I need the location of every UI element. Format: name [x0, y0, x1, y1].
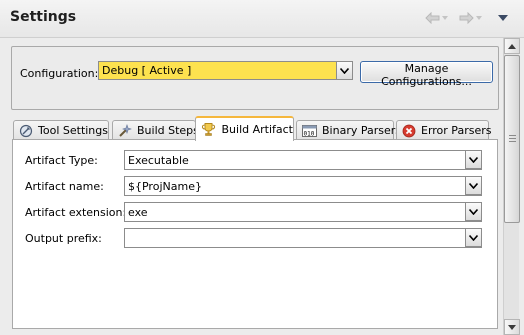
chevron-down-icon — [442, 16, 448, 20]
scroll-down-button[interactable] — [504, 319, 520, 335]
artifact-type-row: Artifact Type: Executable — [13, 150, 497, 170]
tab-label: Tool Settings — [38, 124, 108, 137]
tab-label: Build Steps — [137, 124, 199, 137]
artifact-name-label: Artifact name: — [25, 180, 104, 193]
chevron-down-icon — [469, 156, 478, 163]
artifact-extension-row: Artifact extension: exe — [13, 202, 497, 222]
dropdown-button[interactable] — [465, 176, 482, 195]
tab-label: Error Parsers — [421, 124, 492, 137]
configuration-value: Debug [ Active ] — [102, 64, 192, 77]
artifact-type-value: Executable — [128, 154, 189, 167]
artifact-extension-value: exe — [128, 206, 148, 219]
tab-error-parsers[interactable]: Error Parsers — [396, 120, 492, 140]
manage-configurations-button[interactable]: Manage Configurations... — [360, 61, 493, 88]
artifact-name-value: ${ProjName} — [128, 180, 202, 193]
artifact-type-label: Artifact Type: — [25, 154, 98, 167]
chevron-down-icon — [469, 182, 478, 189]
tab-tool-settings[interactable]: Tool Settings — [13, 120, 109, 140]
chevron-down-icon — [476, 16, 482, 20]
tab-label: Binary Parsers — [322, 124, 401, 137]
chevron-down-icon — [469, 208, 478, 215]
tab-build-steps[interactable]: Build Steps — [112, 120, 199, 140]
dropdown-button[interactable] — [465, 150, 482, 169]
artifact-type-select[interactable]: Executable — [124, 150, 482, 170]
build-wand-icon — [118, 123, 132, 139]
vertical-scrollbar[interactable] — [503, 38, 520, 335]
grip-line — [509, 138, 516, 139]
configuration-select[interactable]: Debug [ Active ] — [98, 61, 353, 80]
forward-arrow-icon — [459, 12, 474, 24]
chevron-down-icon — [340, 67, 349, 74]
svg-text:010: 010 — [304, 130, 315, 137]
tab-binary-parsers[interactable]: 010 Binary Parsers — [296, 120, 401, 140]
configuration-label: Configuration: — [20, 67, 99, 80]
settings-header: Settings — [0, 0, 524, 38]
dropdown-button[interactable] — [465, 202, 482, 221]
forward-button[interactable] — [459, 10, 482, 26]
build-artifact-panel: Artifact Type: Executable Artifact name:… — [12, 139, 498, 329]
binary-icon: 010 — [302, 123, 317, 139]
artifact-extension-combo[interactable]: exe — [124, 202, 482, 222]
grip-line — [509, 141, 516, 142]
artifact-extension-label: Artifact extension: — [25, 206, 127, 219]
output-prefix-combo[interactable] — [124, 228, 482, 248]
chevron-down-icon — [469, 234, 478, 241]
view-menu-button[interactable] — [498, 10, 508, 26]
page-title: Settings — [10, 9, 77, 25]
chevron-down-icon — [508, 324, 516, 330]
tab-label: Build Artifact — [221, 123, 294, 136]
configuration-group: Configuration: Debug [ Active ] Manage C… — [11, 46, 499, 110]
artifact-name-combo[interactable]: ${ProjName} — [124, 176, 482, 196]
dropdown-button[interactable] — [465, 228, 482, 247]
menu-triangle-icon — [498, 15, 508, 21]
trophy-icon — [201, 122, 217, 138]
tab-build-artifact[interactable]: Build Artifact — [195, 116, 294, 141]
back-button[interactable] — [425, 10, 448, 26]
output-prefix-label: Output prefix: — [25, 232, 102, 245]
dropdown-button[interactable] — [336, 61, 353, 80]
scroll-up-button[interactable] — [504, 38, 520, 54]
back-arrow-icon — [425, 12, 440, 24]
chevron-up-icon — [508, 43, 516, 49]
wrench-settings-icon — [19, 123, 33, 139]
artifact-name-row: Artifact name: ${ProjName} — [13, 176, 497, 196]
output-prefix-row: Output prefix: — [13, 228, 497, 248]
error-icon — [402, 123, 416, 139]
grip-line — [509, 135, 516, 136]
scroll-thumb[interactable] — [504, 55, 520, 223]
